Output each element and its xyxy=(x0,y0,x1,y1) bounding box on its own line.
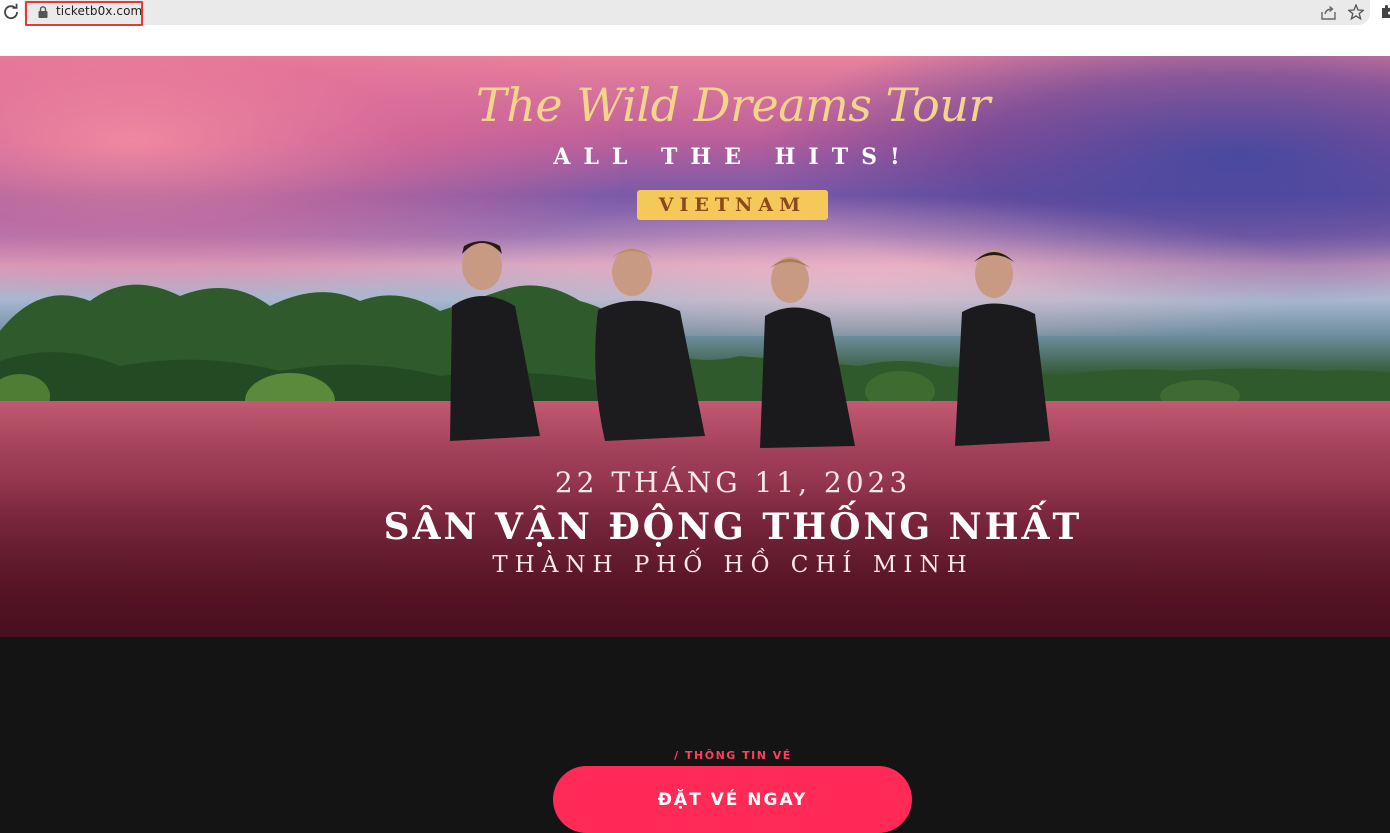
section-label: / THÔNG TIN VÉ xyxy=(674,749,792,762)
band-members-image xyxy=(450,241,1050,448)
address-bar[interactable] xyxy=(24,0,1370,25)
event-city: THÀNH PHỐ HỒ CHÍ MINH xyxy=(492,552,974,578)
browser-toolbar: ticketb0x.com xyxy=(0,0,1390,56)
event-date: 22 THÁNG 11, 2023 xyxy=(554,466,912,499)
reload-icon[interactable] xyxy=(2,3,20,21)
country-label: VIETNAM xyxy=(658,194,807,216)
share-icon[interactable] xyxy=(1320,4,1337,21)
ticket-info-section: / THÔNG TIN VÉ ĐẶT VÉ NGAY xyxy=(0,637,1390,833)
tour-subtitle: ALL THE HITS! xyxy=(553,144,913,170)
buy-ticket-label[interactable]: ĐẶT VÉ NGAY xyxy=(553,790,912,810)
star-icon[interactable] xyxy=(1348,4,1364,20)
hero-banner: The Wild Dreams Tour ALL THE HITS! VIETN… xyxy=(0,56,1390,637)
extensions-icon[interactable] xyxy=(1380,5,1390,19)
tour-title: The Wild Dreams Tour xyxy=(476,78,990,132)
url-highlight-box xyxy=(25,1,143,26)
event-venue: SÂN VẬN ĐỘNG THỐNG NHẤT xyxy=(383,506,1083,548)
